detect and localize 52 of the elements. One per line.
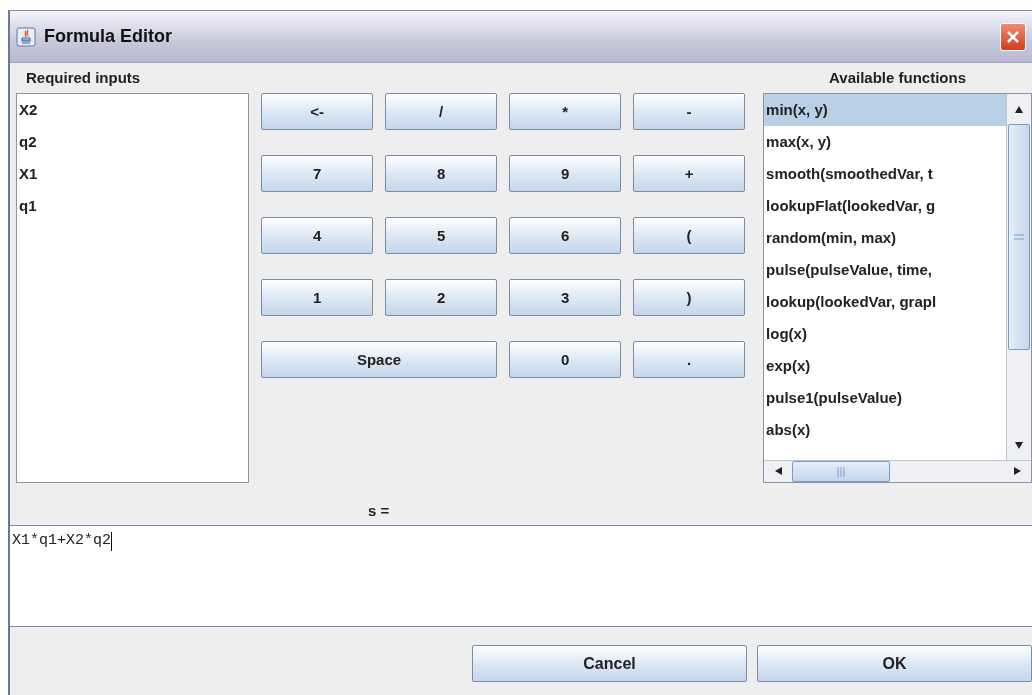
up-arrow-icon[interactable] bbox=[1014, 104, 1024, 114]
keypad-button[interactable]: 0 bbox=[509, 341, 622, 378]
grip-icon bbox=[837, 466, 846, 477]
keypad-button[interactable]: / bbox=[385, 93, 498, 130]
list-label: Available functions bbox=[828, 69, 968, 88]
down-arrow-icon[interactable] bbox=[1014, 440, 1024, 450]
right-arrow-icon[interactable] bbox=[1012, 466, 1022, 476]
keypad-button[interactable]: 6 bbox=[509, 217, 622, 254]
list-item[interactable]: X1 bbox=[17, 158, 249, 190]
java-cup-icon bbox=[16, 26, 36, 47]
list-item[interactable]: abs(x) bbox=[764, 414, 1006, 446]
formula-label: s = bbox=[368, 501, 390, 519]
grip-icon bbox=[1014, 234, 1024, 240]
list-item[interactable]: lookupFlat(lookedVar, g bbox=[764, 190, 1006, 222]
keypad-button[interactable]: 3 bbox=[509, 279, 622, 316]
list-item[interactable]: pulse(pulseValue, time, bbox=[764, 254, 1006, 286]
list-label: Required inputs bbox=[25, 69, 142, 88]
keypad-button[interactable]: 7 bbox=[261, 155, 374, 192]
keypad-button[interactable]: Space bbox=[261, 341, 498, 378]
keypad-button[interactable]: ) bbox=[633, 279, 746, 316]
left-arrow-icon[interactable] bbox=[773, 466, 783, 476]
list-item[interactable]: q2 bbox=[17, 126, 249, 158]
keypad-button[interactable]: * bbox=[509, 93, 622, 130]
keypad-button[interactable]: 2 bbox=[385, 279, 498, 316]
keypad-button[interactable]: . bbox=[633, 341, 746, 378]
keypad-button[interactable]: ( bbox=[633, 217, 746, 254]
window-title: Formula Editor bbox=[44, 26, 173, 47]
vertical-scrollbar[interactable] bbox=[1006, 94, 1031, 460]
keypad-button[interactable]: 9 bbox=[509, 155, 622, 192]
list-item[interactable]: log(x) bbox=[764, 318, 1006, 350]
close-icon bbox=[1006, 29, 1020, 44]
list-item[interactable]: lookup(lookedVar, grapl bbox=[764, 286, 1006, 318]
keypad-button[interactable]: - bbox=[633, 93, 746, 130]
list-item[interactable]: q1 bbox=[17, 190, 249, 222]
keypad-button[interactable]: 1 bbox=[261, 279, 374, 316]
keypad-button[interactable]: 4 bbox=[261, 217, 374, 254]
dialog-button[interactable]: Cancel bbox=[472, 645, 747, 682]
close-button[interactable] bbox=[1000, 22, 1026, 51]
keypad-button[interactable]: <- bbox=[261, 93, 374, 130]
keypad-button[interactable]: 5 bbox=[385, 217, 498, 254]
dialog-button[interactable]: OK bbox=[757, 645, 1032, 682]
keypad-button[interactable]: + bbox=[633, 155, 746, 192]
list-item[interactable]: max(x, y) bbox=[764, 126, 1006, 158]
horizontal-scrollbar[interactable] bbox=[764, 460, 1031, 482]
list-item[interactable]: min(x, y) bbox=[764, 94, 1006, 126]
list-item[interactable]: smooth(smoothedVar, t bbox=[764, 158, 1006, 190]
list-item[interactable]: pulse1(pulseValue) bbox=[764, 382, 1006, 414]
keypad-button[interactable]: 8 bbox=[385, 155, 498, 192]
list-item[interactable]: random(min, max) bbox=[764, 222, 1006, 254]
list-item[interactable]: X2 bbox=[17, 94, 249, 126]
list-item[interactable]: exp(x) bbox=[764, 350, 1006, 382]
formula-field[interactable]: X1*q1+X2*q2 bbox=[10, 525, 1032, 627]
